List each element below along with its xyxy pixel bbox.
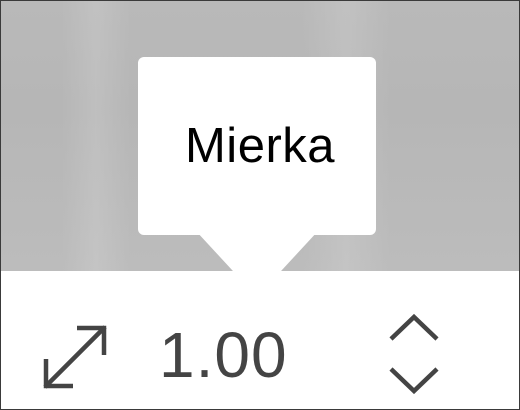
stepper-decrease-button[interactable] — [379, 355, 449, 401]
scale-stepper[interactable] — [379, 307, 449, 403]
scale-value: 1.00 — [159, 319, 288, 391]
chevron-down-icon — [389, 367, 439, 395]
backdrop-highlight — [61, 1, 131, 271]
chevron-up-icon — [389, 313, 439, 341]
tooltip-label: Mierka — [184, 119, 336, 173]
stepper-increase-button[interactable] — [379, 307, 449, 353]
scale-tooltip: Mierka — [138, 57, 376, 235]
scale-control-panel: Mierka 1.00 — [0, 0, 520, 410]
diagonal-resize-icon[interactable] — [37, 319, 113, 395]
